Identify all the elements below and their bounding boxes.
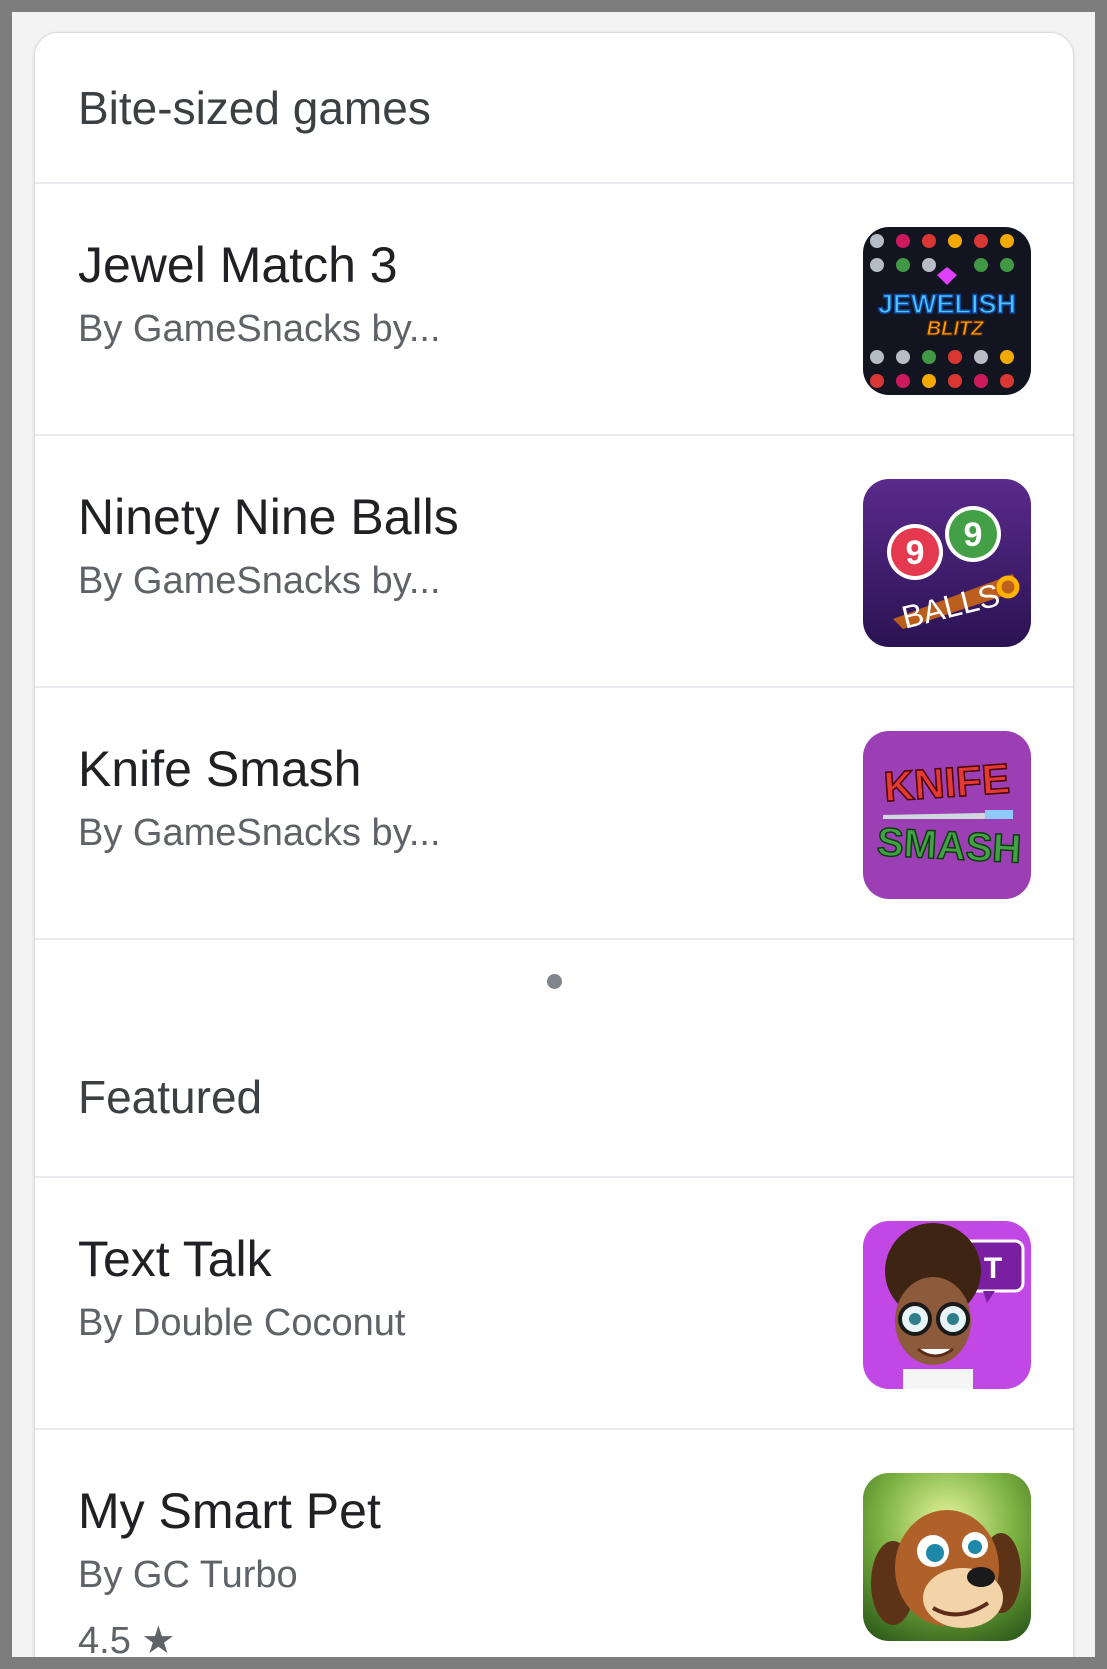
app-developer: By GameSnacks by...	[78, 560, 441, 602]
section-title-featured: Featured	[35, 1018, 1073, 1178]
app-developer: By Double Coconut	[78, 1302, 406, 1344]
app-title: My Smart Pet	[78, 1483, 381, 1539]
page-indicator-dot	[546, 973, 562, 989]
jewelish-blitz-icon[interactable]: JEWELISH BLITZ	[863, 227, 1031, 395]
knife-smash-icon[interactable]: KNIFE SMASH	[863, 731, 1031, 899]
app-title: Ninety Nine Balls	[78, 489, 459, 545]
app-title: Jewel Match 3	[78, 237, 398, 293]
app-developer: By GC Turbo	[78, 1554, 298, 1596]
ball-nine-green-text: 9	[964, 516, 983, 554]
app-title: Text Talk	[78, 1231, 272, 1287]
jewelish-text: JEWELISH	[878, 289, 1016, 319]
screen-frame: Bite-sized games Jewel Match 3 By GameSn…	[12, 12, 1095, 1657]
smash-text: SMASH	[876, 820, 1023, 871]
app-developer: By GameSnacks by...	[78, 308, 441, 350]
list-item-my-smart-pet[interactable]: My Smart Pet By GC Turbo 4.5 ★	[35, 1430, 1073, 1657]
list-item-jewel-match-3[interactable]: Jewel Match 3 By GameSnacks by... JEWELI…	[35, 184, 1073, 436]
text-talk-icon[interactable]: T	[863, 1221, 1031, 1389]
app-title: Knife Smash	[78, 741, 362, 797]
list-item-ninety-nine-balls[interactable]: Ninety Nine Balls By GameSnacks by... 9	[35, 436, 1073, 688]
blitz-text: BLITZ	[927, 318, 984, 340]
list-item-text-talk[interactable]: Text Talk By Double Coconut T	[35, 1178, 1073, 1430]
list-item-knife-smash[interactable]: Knife Smash By GameSnacks by... KNIFE SM…	[35, 688, 1073, 940]
games-card: Bite-sized games Jewel Match 3 By GameSn…	[34, 32, 1074, 1657]
ninety-nine-balls-icon[interactable]: 9 9 BALLS	[863, 479, 1031, 647]
knife-text: KNIFE	[882, 755, 1011, 811]
section-title-bite-sized-games: Bite-sized games	[35, 33, 1073, 184]
speech-bubble-t-text: T	[984, 1252, 1002, 1285]
app-rating: 4.5 ★	[78, 1620, 176, 1657]
app-developer: By GameSnacks by...	[78, 812, 441, 854]
page-indicator	[35, 940, 1073, 1018]
my-smart-pet-icon[interactable]	[863, 1473, 1031, 1641]
ball-nine-red-text: 9	[906, 534, 925, 572]
